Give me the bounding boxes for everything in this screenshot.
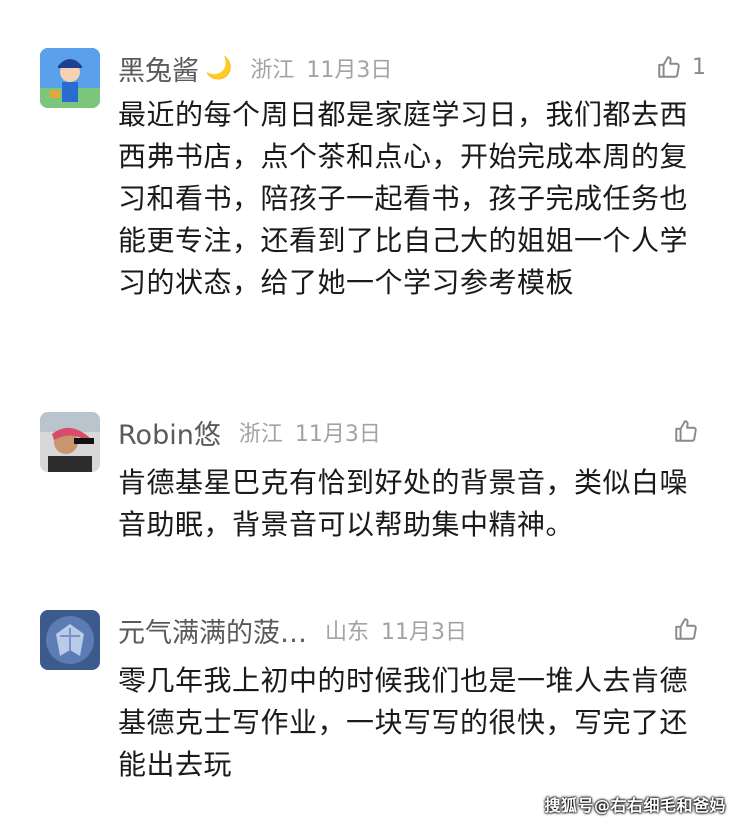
like-button[interactable]: 1 <box>656 54 706 80</box>
author-name[interactable]: 元气满满的菠… <box>118 611 307 650</box>
thumbs-up-icon <box>658 56 680 78</box>
thumbs-up-icon <box>675 420 697 442</box>
like-count: 1 <box>692 54 706 80</box>
author-name[interactable]: 黑兔酱 <box>118 49 199 88</box>
author-name[interactable]: Robin悠 <box>118 413 221 452</box>
watermark: 搜狐号@右右细毛和爸妈 <box>544 796 726 815</box>
region-label: 浙江 <box>238 422 283 447</box>
avatar[interactable] <box>40 48 100 108</box>
comment-text: 零几年我上初中的时候我们也是一堆人去肯德基德克士写作业，一块写写的很快，写完了还… <box>118 664 689 781</box>
region-label: 浙江 <box>250 58 295 83</box>
moon-icon: 🌙 <box>205 55 233 81</box>
region-label: 山东 <box>325 620 370 645</box>
date-label: 11月3日 <box>381 620 468 645</box>
comment-text: 肯德基星巴克有恰到好处的背景音，类似白噪音助眠，背景音可以帮助集中精神。 <box>118 466 689 541</box>
thumbs-up-icon <box>675 618 697 640</box>
like-button[interactable] <box>673 418 709 444</box>
comment-text: 最近的每个周日都是家庭学习日，我们都去西西弗书店，点个茶和点心，开始完成本周的复… <box>118 98 689 299</box>
like-button[interactable] <box>673 616 709 642</box>
avatar[interactable] <box>40 610 100 670</box>
avatar[interactable] <box>40 412 100 472</box>
date-label: 11月3日 <box>294 422 381 447</box>
date-label: 11月3日 <box>306 58 393 83</box>
